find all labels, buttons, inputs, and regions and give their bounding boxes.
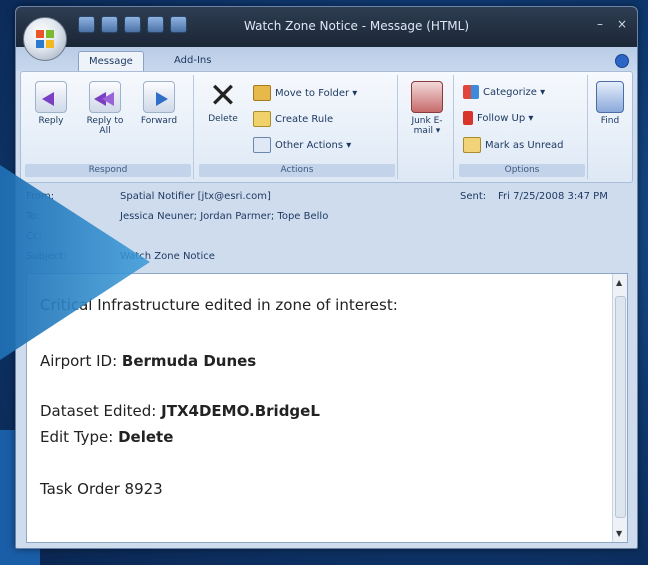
create-rule-icon [253,111,271,127]
next-item-icon[interactable] [170,16,187,33]
mark-unread-label: Mark as Unread [485,139,564,151]
message-header: From: Spatial Notifier [jtx@esri.com] Se… [20,185,631,269]
ribbon: Reply Reply to All Forward Respond ✕ Del… [20,71,633,183]
sent-value: Fri 7/25/2008 3:47 PM [498,191,608,202]
mark-unread-button[interactable]: Mark as Unread [463,137,564,153]
find-label: Find [600,116,620,126]
move-to-folder-label: Move to Folder ▾ [275,87,358,99]
forward-label: Forward [140,116,178,126]
message-line-infrastructure: Critical Infrastructure edited in zone o… [40,296,398,314]
subject-label: Subject: [26,251,67,262]
reply-button[interactable]: Reply [27,81,75,126]
delete-x-icon: ✕ [208,76,238,116]
follow-up-flag-icon [463,111,473,125]
scroll-up-arrow-icon[interactable]: ▲ [616,278,622,287]
reply-label: Reply [38,116,64,126]
tab-add-ins[interactable]: Add-Ins [164,51,221,71]
cc-label: Cc: [26,231,42,242]
undo-icon[interactable] [101,16,118,33]
reply-all-icon [89,81,121,113]
scroll-down-arrow-icon[interactable]: ▼ [616,529,622,538]
save-icon[interactable] [78,16,95,33]
sent-label: Sent: [460,191,487,202]
edit-type-label: Edit Type: [40,428,114,446]
respond-group-label: Respond [25,164,191,177]
from-label: From: [26,191,55,202]
junk-group: Junk E-mail ▾ [401,75,454,179]
minimize-button[interactable]: – [597,17,603,31]
other-actions-icon [253,137,271,153]
reply-icon [35,81,67,113]
other-actions-button[interactable]: Other Actions ▾ [253,137,351,153]
edit-type-value: Delete [118,428,174,446]
options-group-label: Options [459,164,585,177]
find-group: Find [591,75,629,179]
from-value[interactable]: Spatial Notifier [jtx@esri.com] [120,191,271,202]
forward-button[interactable]: Forward [135,81,183,126]
mark-unread-icon [463,137,481,153]
previous-item-icon[interactable] [147,16,164,33]
categorize-label: Categorize ▾ [483,86,546,98]
actions-group: ✕ Delete Move to Folder ▾ Create Rule Ot… [197,75,398,179]
office-button[interactable] [23,17,67,61]
close-button[interactable]: × [617,17,627,31]
move-to-folder-button[interactable]: Move to Folder ▾ [253,85,357,101]
find-binoculars-icon [596,81,624,113]
reply-all-label: Reply to All [86,116,124,136]
window-controls: – × [597,17,627,31]
title-bar: Watch Zone Notice - Message (HTML) – × [16,7,637,47]
respond-group: Reply Reply to All Forward Respond [23,75,194,179]
follow-up-label: Follow Up ▾ [477,112,534,124]
edit-type-line: Edit Type: Delete [40,428,173,446]
airport-line: Airport ID: Bermuda Dunes [40,352,256,370]
to-value[interactable]: Jessica Neuner; Jordan Parmer; Tope Bell… [120,211,328,222]
reply-all-button[interactable]: Reply to All [81,81,129,136]
categorize-icon [463,85,479,99]
subject-value: Watch Zone Notice [120,251,215,262]
office-logo-icon [36,30,54,48]
dataset-value: JTX4DEMO.BridgeL [161,402,320,420]
message-body[interactable]: Critical Infrastructure edited in zone o… [26,273,628,543]
delete-button[interactable]: ✕ Delete [199,76,247,124]
tab-message[interactable]: Message [78,51,144,72]
to-label: To: [26,211,40,222]
quick-access-toolbar [78,16,187,33]
create-rule-label: Create Rule [275,113,334,125]
move-folder-icon [253,85,271,101]
email-window: Watch Zone Notice - Message (HTML) – × M… [15,6,638,549]
junk-email-button[interactable]: Junk E-mail ▾ [403,81,451,136]
options-group: Categorize ▾ Follow Up ▾ Mark as Unread … [457,75,588,179]
forward-icon [143,81,175,113]
junk-email-label: Junk E-mail ▾ [411,116,443,136]
help-icon[interactable] [615,54,629,68]
redo-icon[interactable] [124,16,141,33]
scroll-thumb[interactable] [615,296,626,518]
actions-group-label: Actions [199,164,395,177]
follow-up-button[interactable]: Follow Up ▾ [463,111,533,125]
dataset-line: Dataset Edited: JTX4DEMO.BridgeL [40,402,320,420]
airport-value: Bermuda Dunes [121,352,257,370]
vertical-scrollbar[interactable]: ▲ ▼ [612,274,627,542]
window-title: Watch Zone Notice - Message (HTML) [244,19,469,33]
create-rule-button[interactable]: Create Rule [253,111,333,127]
airport-label: Airport ID: [40,352,118,370]
ribbon-tabs: Message Add-Ins [16,47,637,72]
other-actions-label: Other Actions ▾ [275,139,352,151]
categorize-button[interactable]: Categorize ▾ [463,85,545,99]
find-button[interactable]: Find [586,81,634,126]
task-order-line: Task Order 8923 [40,480,163,498]
dataset-label: Dataset Edited: [40,402,157,420]
junk-email-icon [411,81,443,113]
